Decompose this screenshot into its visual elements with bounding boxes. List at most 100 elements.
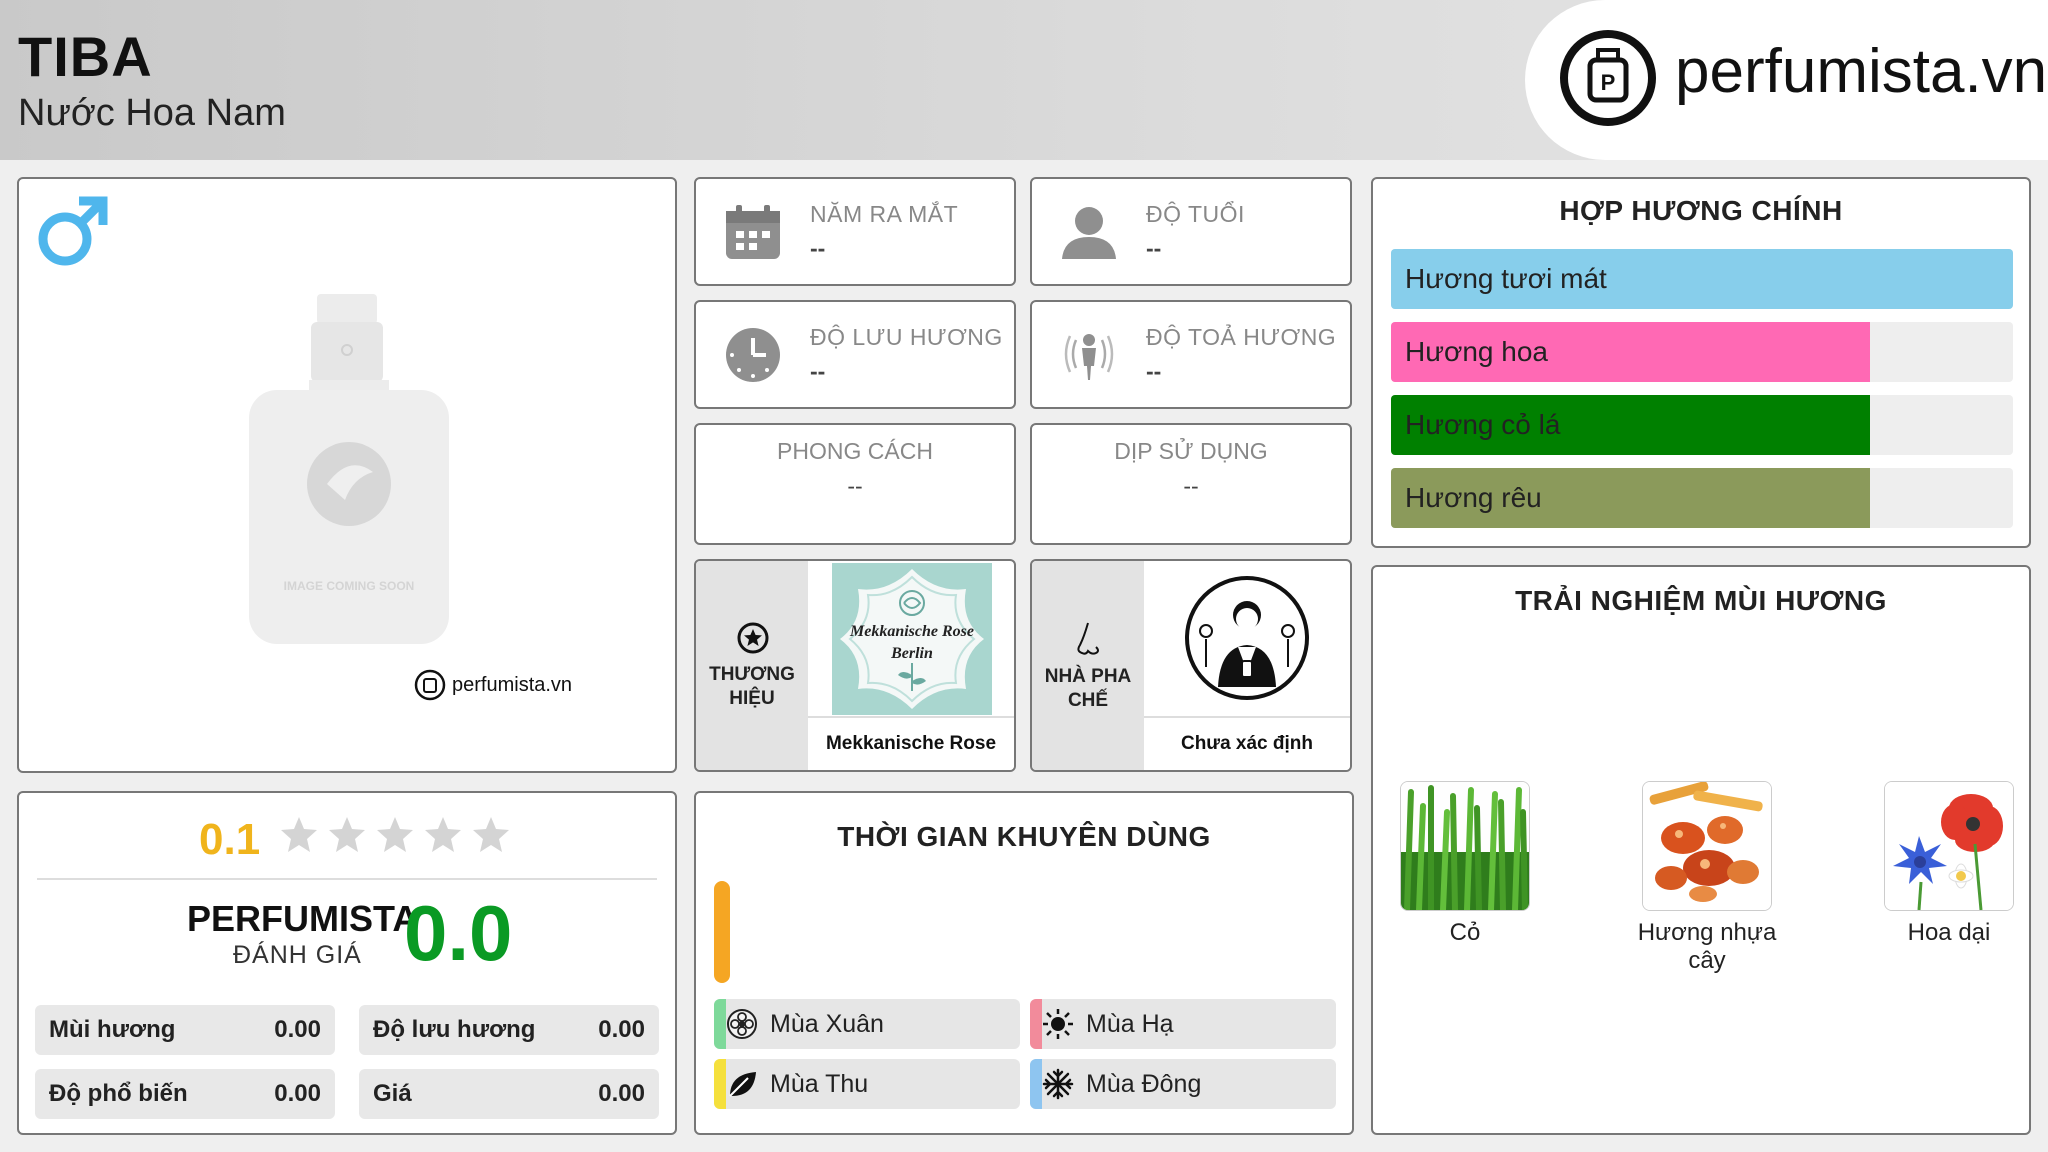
perfumer-label-line2: CHẾ	[1067, 690, 1109, 711]
accord-label: Hương tươi mát	[1405, 263, 1607, 294]
metric-longevity: Độ lưu hương 0.00	[359, 1005, 659, 1055]
sillage-waves-icon	[1064, 334, 1114, 380]
season-spring: Mùa Xuân	[714, 999, 1020, 1049]
product-title: TIBA	[18, 25, 153, 88]
perfumista-label: PERFUMISTA	[187, 898, 419, 939]
bottle-placeholder-image: IMAGE COMING SOON	[249, 294, 449, 644]
metric-price: Giá 0.00	[359, 1069, 659, 1119]
season-winter: Mùa Đông	[1030, 1059, 1336, 1109]
note-item[interactable]: Hoa dại	[1879, 781, 2019, 947]
note-label: Hoa dại	[1907, 919, 1991, 946]
occasion-card: DỊP SỬ DỤNG --	[1030, 423, 1352, 545]
clock-icon	[726, 328, 780, 382]
perfume-bottle-logo-icon	[414, 669, 446, 701]
nose-icon	[1077, 622, 1099, 655]
season-autumn: Mùa Thu	[714, 1059, 1020, 1109]
note-item[interactable]: Cỏ	[1395, 781, 1535, 947]
perfumer-name: Chưa xác định	[1144, 716, 1350, 770]
brand-label-line1: THƯƠNG	[709, 664, 795, 685]
watermark-logo: perfumista.vn	[414, 669, 572, 701]
recommended-time-card: THỜI GIAN KHUYÊN DÙNG Mùa Xuân Mùa Hạ Mù…	[694, 791, 1354, 1135]
style-card: PHONG CÁCH --	[694, 423, 1016, 545]
star-icon[interactable]	[327, 815, 367, 855]
metric-value: 0.00	[598, 1016, 645, 1043]
calendar-icon	[726, 205, 780, 259]
season-label: Mùa Thu	[770, 1070, 869, 1098]
star-icon[interactable]	[423, 815, 463, 855]
metric-label: Giá	[373, 1080, 412, 1107]
sillage-card: ĐỘ TOẢ HƯƠNG --	[1030, 300, 1352, 409]
snowflake-icon	[1042, 1068, 1074, 1100]
star-icon[interactable]	[375, 815, 415, 855]
wildflower-image	[1884, 781, 2014, 911]
occasion-value: --	[1183, 473, 1199, 499]
leaf-icon	[729, 1072, 756, 1097]
metric-value: 0.00	[274, 1016, 321, 1043]
note-label-line1: Hương nhựa	[1637, 919, 1777, 946]
grass-image	[1400, 781, 1530, 911]
longevity-value: --	[810, 358, 826, 384]
accord-bar: Hương tươi mát	[1391, 249, 2013, 309]
logo-text: perfumista.vn	[1675, 37, 2048, 106]
metric-label: Độ lưu hương	[373, 1016, 536, 1043]
season-label: Mùa Xuân	[770, 1010, 884, 1038]
metric-label: Mùi hương	[49, 1016, 176, 1043]
season-label: Mùa Hạ	[1086, 1010, 1174, 1038]
season-bar	[1030, 999, 1042, 1049]
season-summer: Mùa Hạ	[1030, 999, 1336, 1049]
age-label: ĐỘ TUỔI	[1146, 201, 1245, 227]
product-image-card: IMAGE COMING SOON perfumista.vn	[17, 177, 677, 773]
season-bar	[714, 1059, 726, 1109]
accord-bar: Hương hoa	[1391, 322, 2013, 382]
perfumer-avatar-icon	[1185, 576, 1309, 700]
season-label: Mùa Đông	[1086, 1070, 1202, 1098]
metric-value: 0.00	[598, 1080, 645, 1107]
star-icon[interactable]	[471, 815, 511, 855]
divider	[37, 878, 657, 880]
metric-scent: Mùi hương 0.00	[35, 1005, 335, 1055]
star-icon[interactable]	[279, 815, 319, 855]
accords-title: HỢP HƯƠNG CHÍNH	[1559, 195, 1843, 226]
perfume-bottle-logo-icon: P	[1560, 30, 1656, 126]
site-logo[interactable]: P perfumista.vn	[1525, 0, 2048, 160]
star-rating[interactable]	[279, 815, 511, 855]
product-subtitle: Nước Hoa Nam	[18, 92, 286, 134]
brand-card[interactable]: THƯƠNG HIỆU Mekkanische Rose Berlin Mekk…	[694, 559, 1016, 772]
longevity-label: ĐỘ LƯU HƯƠNG	[810, 324, 1003, 350]
grass-icon	[1401, 782, 1529, 910]
launch-year-value: --	[810, 235, 826, 261]
user-rating-score: 0.1	[199, 815, 261, 864]
brand-logo-text-2: Berlin	[891, 645, 933, 662]
svg-text:P: P	[1601, 70, 1616, 95]
note-item[interactable]: Hương nhựa cây	[1637, 781, 1777, 975]
season-bar	[714, 999, 726, 1049]
style-label: PHONG CÁCH	[777, 438, 933, 464]
notes-card: TRẢI NGHIỆM MÙI HƯƠNG Cỏ Hương nhựa cây …	[1371, 565, 2031, 1135]
season-bar	[1030, 1059, 1042, 1109]
accord-bar: Hương cỏ lá	[1391, 395, 2013, 455]
main-accords-card: HỢP HƯƠNG CHÍNH Hương tươi mát Hương hoa H…	[1371, 177, 2031, 548]
metric-value: 0.00	[274, 1080, 321, 1107]
note-label-line2: cây	[1688, 947, 1726, 974]
longevity-card: ĐỘ LƯU HƯƠNG --	[694, 300, 1016, 409]
day-night-bar	[714, 881, 730, 983]
sillage-label: ĐỘ TOẢ HƯƠNG	[1146, 324, 1337, 350]
male-symbol-icon	[38, 196, 108, 266]
brand-logo-text-1: Mekkanische Rose	[850, 623, 974, 640]
perfumer-card[interactable]: NHÀ PHA CHẾ Chưa xác định	[1030, 559, 1352, 772]
occasion-label: DỊP SỬ DỤNG	[1114, 438, 1268, 464]
metric-popularity: Độ phổ biến 0.00	[35, 1069, 335, 1119]
perfumer-label-line1: NHÀ PHA	[1044, 666, 1132, 687]
style-value: --	[847, 473, 863, 499]
recommended-time-title: THỜI GIAN KHUYÊN DÙNG	[837, 821, 1211, 852]
launch-year-label: NĂM RA MẮT	[810, 201, 959, 227]
launch-year-card: NĂM RA MẮT --	[694, 177, 1016, 286]
accord-label: Hương cỏ lá	[1405, 409, 1561, 440]
brand-logo-image: Mekkanische Rose Berlin	[832, 563, 992, 715]
note-label: Cỏ	[1449, 919, 1481, 946]
perfumista-score: 0.0	[404, 889, 513, 977]
wildflower-icon	[1885, 782, 2013, 910]
header: TIBA Nước Hoa Nam P perfumista.vn	[0, 0, 2048, 160]
flower-icon	[727, 1009, 757, 1039]
metric-label: Độ phổ biến	[49, 1080, 188, 1107]
